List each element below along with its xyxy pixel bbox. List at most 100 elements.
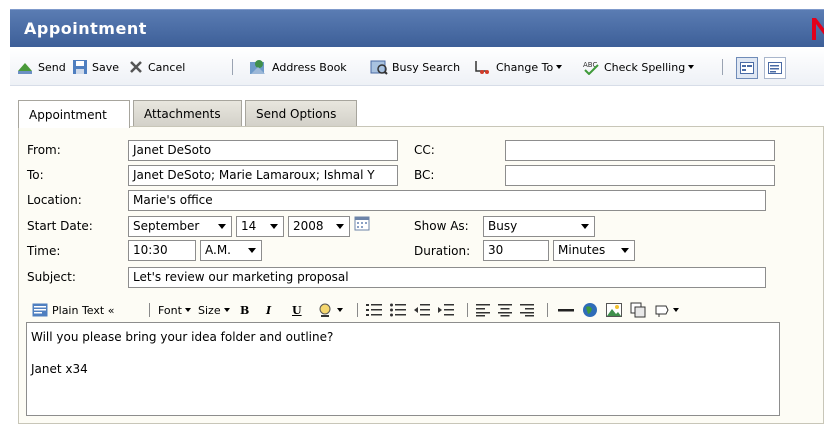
address-book-label: Address Book — [272, 60, 347, 74]
tab-send-options[interactable]: Send Options — [245, 100, 357, 127]
to-label: To: — [27, 168, 44, 182]
chevron-down-icon — [336, 224, 344, 229]
plain-text-icon — [32, 303, 48, 317]
window-title: Appointment — [24, 19, 147, 38]
bold-button[interactable]: B — [240, 301, 249, 319]
chevron-down-icon — [184, 308, 191, 312]
outdent-button[interactable] — [414, 301, 430, 319]
text-color-icon — [319, 303, 331, 317]
indent-button[interactable] — [438, 301, 454, 319]
from-field[interactable]: Janet DeSoto — [128, 140, 398, 161]
send-label: Send — [38, 60, 66, 74]
chevron-down-icon — [556, 65, 563, 69]
align-left-icon — [476, 304, 490, 317]
ampm-select[interactable]: A.M. — [200, 240, 262, 261]
duration-field[interactable]: 30 — [483, 240, 549, 261]
duration-unit-select[interactable]: Minutes — [553, 240, 635, 261]
chevron-down-icon — [223, 308, 230, 312]
send-button[interactable]: Send — [16, 56, 66, 78]
cc-field[interactable] — [505, 140, 775, 161]
check-spelling-button[interactable]: ABC Check Spelling — [582, 56, 695, 78]
spell-check-icon: ABC — [583, 61, 599, 75]
chevron-down-icon — [673, 308, 679, 312]
underline-button[interactable]: U — [292, 301, 302, 319]
save-button[interactable]: Save — [72, 56, 119, 78]
window-titlebar: Appointment — [10, 9, 824, 47]
start-year-select[interactable]: 2008 — [288, 216, 350, 237]
view-mode-button-2[interactable] — [764, 57, 786, 79]
align-center-button[interactable] — [498, 301, 512, 319]
chevron-down-icon — [688, 65, 695, 69]
subject-field[interactable]: Let's review our marketing proposal — [128, 267, 766, 288]
tab-appointment[interactable]: Appointment — [18, 100, 130, 128]
signature-icon — [655, 305, 669, 317]
size-menu-label: Size — [198, 303, 221, 317]
form-view-icon — [740, 62, 754, 74]
italic-button[interactable]: I — [266, 301, 271, 319]
start-month-select[interactable]: September — [128, 216, 232, 237]
bullet-list-button[interactable] — [390, 301, 406, 319]
chevron-down-icon — [581, 224, 589, 229]
start-day-select[interactable]: 14 — [236, 216, 284, 237]
cc-label: CC: — [414, 143, 435, 157]
cancel-button[interactable]: Cancel — [128, 56, 185, 78]
editor-toolbar: Plain Text « Font Size B I U — [26, 297, 824, 323]
image-icon — [606, 303, 622, 317]
numbered-list-button[interactable] — [366, 301, 382, 319]
plain-text-label: Plain Text « — [52, 303, 115, 317]
save-icon — [73, 60, 87, 74]
insert-table-button[interactable] — [630, 301, 646, 319]
indent-icon — [438, 304, 454, 316]
view-mode-button-1[interactable] — [736, 57, 758, 79]
change-to-button[interactable]: Change To — [472, 56, 563, 78]
editor-toolbar-divider — [357, 303, 358, 317]
tab-attachments[interactable]: Attachments — [133, 100, 242, 127]
insert-more-button[interactable] — [654, 301, 679, 319]
subject-label: Subject: — [27, 270, 76, 284]
toolbar-divider — [232, 59, 233, 75]
outdent-icon — [414, 304, 430, 316]
toolbar-divider — [722, 59, 723, 75]
cancel-label: Cancel — [148, 60, 186, 74]
align-center-icon — [498, 304, 512, 317]
bullet-list-icon — [390, 303, 406, 317]
show-as-select[interactable]: Busy — [483, 216, 595, 237]
insert-image-button[interactable] — [606, 301, 622, 319]
font-menu[interactable]: Font — [158, 301, 191, 319]
to-field[interactable]: Janet DeSoto; Marie Lamaroux; Ishmal Y — [128, 165, 398, 186]
busy-search-label: Busy Search — [392, 60, 461, 74]
align-right-icon — [520, 304, 534, 317]
ampm-value: A.M. — [205, 243, 231, 257]
chevron-down-icon — [270, 224, 278, 229]
chevron-down-icon — [248, 248, 256, 253]
show-as-label: Show As: — [414, 219, 469, 233]
align-right-button[interactable] — [520, 301, 534, 319]
text-view-icon — [768, 62, 782, 74]
time-field[interactable]: 10:30 — [128, 240, 196, 261]
insert-link-button[interactable] — [582, 301, 598, 319]
location-field[interactable]: Marie's office — [128, 190, 766, 211]
horizontal-rule-button[interactable] — [558, 301, 574, 319]
busy-search-button[interactable]: Busy Search — [370, 56, 460, 78]
align-left-button[interactable] — [476, 301, 490, 319]
numbered-list-icon — [366, 304, 382, 316]
message-line: Janet x34 — [31, 362, 88, 376]
message-body-editor[interactable]: Will you please bring your idea folder a… — [26, 322, 780, 416]
plain-text-toggle[interactable]: Plain Text « — [32, 301, 114, 319]
editor-toolbar-divider — [149, 303, 150, 317]
calendar-icon[interactable] — [354, 215, 370, 231]
busy-search-icon — [370, 60, 388, 75]
editor-toolbar-divider — [467, 303, 468, 317]
from-label: From: — [27, 143, 61, 157]
send-icon — [18, 63, 32, 74]
address-book-icon — [250, 60, 265, 74]
bc-field[interactable] — [505, 165, 775, 186]
address-book-button[interactable]: Address Book — [248, 56, 347, 78]
table-icon — [630, 302, 646, 318]
change-to-label: Change To — [496, 60, 554, 74]
size-menu[interactable]: Size — [198, 301, 230, 319]
font-menu-label: Font — [158, 303, 182, 317]
editor-toolbar-divider — [547, 303, 548, 317]
text-color-button[interactable] — [316, 301, 343, 319]
main-toolbar: Send Save Cancel Address Book Busy Searc… — [10, 48, 824, 86]
